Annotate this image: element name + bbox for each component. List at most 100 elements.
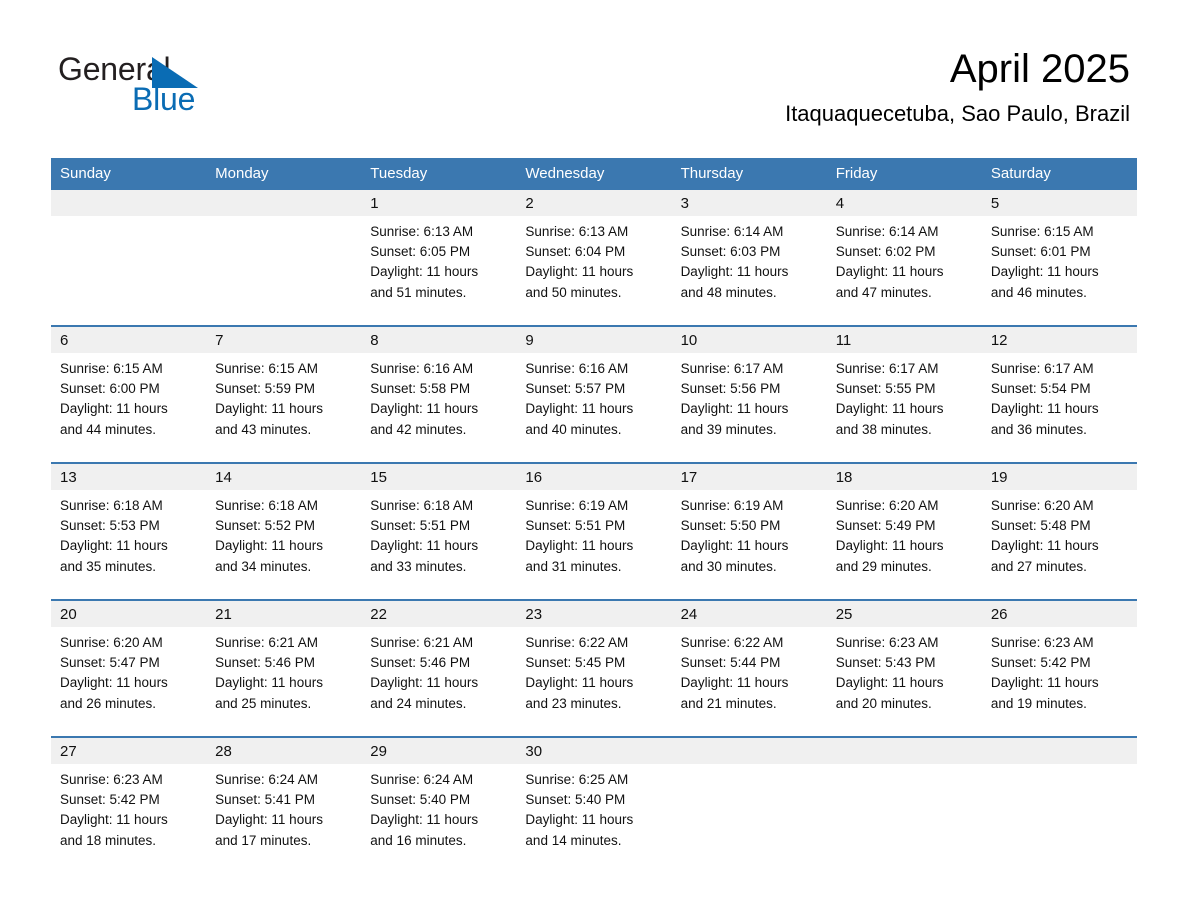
sunrise-text: Sunrise: 6:18 AM <box>370 498 474 513</box>
calendar-day-cell[interactable]: 22 Sunrise: 6:21 AM Sunset: 5:46 PM Dayligh… <box>361 599 517 737</box>
sunrise-text: Sunrise: 6:17 AM <box>680 361 784 376</box>
sunset-text: Sunset: 5:42 PM <box>990 655 1091 671</box>
daylight-text-line1: Daylight: 11 hours <box>990 675 1099 691</box>
calendar-day-cell[interactable]: 27 Sunrise: 6:23 AM Sunset: 5:42 PM Dayligh… <box>51 736 207 873</box>
calendar-header-row: Sunday Monday Tuesday Wednesday Thursday… <box>51 158 1137 190</box>
day-number: 10 <box>671 327 827 353</box>
day-number: 3 <box>671 190 827 216</box>
daylight-text-line2: and 39 minutes. <box>680 421 777 437</box>
day-number: 2 <box>516 190 672 216</box>
sunset-text: Sunset: 5:43 PM <box>835 655 936 671</box>
logo-text-blue: Blue <box>132 81 196 117</box>
calendar-day-cell[interactable]: 11 Sunrise: 6:17 AM Sunset: 5:55 PM Dayligh… <box>826 325 982 463</box>
sunset-text: Sunset: 5:51 PM <box>525 518 626 534</box>
daylight-text-line2: and 36 minutes. <box>990 421 1087 437</box>
daylight-text-line1: Daylight: 11 hours <box>60 675 168 691</box>
daylight-text-line1: Daylight: 11 hours <box>525 675 634 691</box>
calendar-week-row: 1 Sunrise: 6:13 AM Sunset: 6:05 PM Daylight… <box>51 190 1137 326</box>
calendar-day-cell[interactable]: 16 Sunrise: 6:19 AM Sunset: 5:51 PM Dayligh… <box>516 462 672 600</box>
calendar-day-cell[interactable]: 28 Sunrise: 6:24 AM Sunset: 5:41 PM Dayligh… <box>206 736 362 873</box>
day-number: 21 <box>206 601 362 627</box>
day-number: 18 <box>826 464 982 490</box>
calendar-day-cell[interactable]: 13 Sunrise: 6:18 AM Sunset: 5:53 PM Dayligh… <box>51 462 207 600</box>
sunrise-text: Sunrise: 6:14 AM <box>680 224 784 239</box>
day-number: 27 <box>51 738 207 764</box>
calendar-day-cell[interactable]: 1 Sunrise: 6:13 AM Sunset: 6:05 PM Daylight… <box>361 190 517 326</box>
sunrise-text: Sunrise: 6:15 AM <box>990 224 1094 239</box>
sunset-text: Sunset: 6:02 PM <box>835 244 936 260</box>
calendar-day-cell[interactable]: 5 Sunrise: 6:15 AM Sunset: 6:01 PM Daylight… <box>981 190 1137 326</box>
weekday-header-wednesday: Wednesday <box>516 158 672 190</box>
sunrise-text: Sunrise: 6:24 AM <box>215 772 318 787</box>
day-number: 28 <box>206 738 362 764</box>
calendar-day-cell[interactable]: 15 Sunrise: 6:18 AM Sunset: 5:51 PM Dayligh… <box>361 462 517 600</box>
calendar-day-cell[interactable]: 18 Sunrise: 6:20 AM Sunset: 5:49 PM Dayligh… <box>826 462 982 600</box>
calendar-day-cell[interactable] <box>206 190 362 326</box>
daylight-text-line2: and 51 minutes. <box>370 284 467 300</box>
daylight-text-line1: Daylight: 11 hours <box>525 812 634 828</box>
daylight-text-line1: Daylight: 11 hours <box>835 675 944 691</box>
calendar-day-cell[interactable]: 17 Sunrise: 6:19 AM Sunset: 5:50 PM Dayligh… <box>671 462 827 600</box>
sunset-text: Sunset: 5:48 PM <box>990 518 1091 534</box>
sunrise-text: Sunrise: 6:20 AM <box>990 498 1094 513</box>
daylight-text-line2: and 48 minutes. <box>680 284 777 300</box>
sunset-text: Sunset: 5:59 PM <box>215 381 315 397</box>
sunset-text: Sunset: 6:04 PM <box>525 244 626 260</box>
sunrise-text: Sunrise: 6:16 AM <box>525 361 629 376</box>
calendar-day-cell[interactable]: 26 Sunrise: 6:23 AM Sunset: 5:42 PM Dayligh… <box>981 599 1137 737</box>
calendar-day-cell[interactable] <box>826 736 982 873</box>
page-header: General Blue April 2025 Itaquaquecetuba,… <box>0 0 1188 155</box>
calendar-day-cell[interactable]: 24 Sunrise: 6:22 AM Sunset: 5:44 PM Dayligh… <box>671 599 827 737</box>
sunset-text: Sunset: 5:42 PM <box>60 792 160 808</box>
calendar-day-cell[interactable]: 20 Sunrise: 6:20 AM Sunset: 5:47 PM Dayligh… <box>51 599 207 737</box>
daylight-text-line1: Daylight: 11 hours <box>990 538 1099 554</box>
daylight-text-line2: and 18 minutes. <box>60 832 157 848</box>
day-number: 4 <box>826 190 982 216</box>
calendar-day-cell[interactable]: 3 Sunrise: 6:14 AM Sunset: 6:03 PM Daylight… <box>671 190 827 326</box>
calendar-day-cell[interactable]: 7 Sunrise: 6:15 AM Sunset: 5:59 PM Daylight… <box>206 325 362 463</box>
calendar-day-cell[interactable]: 10 Sunrise: 6:17 AM Sunset: 5:56 PM Dayligh… <box>671 325 827 463</box>
calendar-day-cell[interactable]: 19 Sunrise: 6:20 AM Sunset: 5:48 PM Dayligh… <box>981 462 1137 600</box>
calendar-day-cell[interactable]: 8 Sunrise: 6:16 AM Sunset: 5:58 PM Daylight… <box>361 325 517 463</box>
calendar-day-cell[interactable]: 14 Sunrise: 6:18 AM Sunset: 5:52 PM Dayligh… <box>206 462 362 600</box>
daylight-text-line2: and 29 minutes. <box>835 558 932 574</box>
daylight-text-line1: Daylight: 11 hours <box>215 401 323 417</box>
daylight-text-line2: and 50 minutes. <box>525 284 622 300</box>
calendar-day-cell[interactable] <box>51 190 207 326</box>
sunset-text: Sunset: 5:45 PM <box>525 655 626 671</box>
sunrise-text: Sunrise: 6:20 AM <box>60 635 163 650</box>
calendar-day-cell[interactable] <box>981 736 1137 873</box>
daylight-text-line1: Daylight: 11 hours <box>525 538 634 554</box>
sunrise-text: Sunrise: 6:15 AM <box>60 361 163 376</box>
daylight-text-line2: and 16 minutes. <box>370 832 467 848</box>
daylight-text-line2: and 31 minutes. <box>525 558 622 574</box>
calendar-day-cell[interactable]: 2 Sunrise: 6:13 AM Sunset: 6:04 PM Daylight… <box>516 190 672 326</box>
calendar-day-cell[interactable]: 23 Sunrise: 6:22 AM Sunset: 5:45 PM Dayligh… <box>516 599 672 737</box>
calendar-day-cell[interactable] <box>671 736 827 873</box>
calendar-day-cell[interactable]: 25 Sunrise: 6:23 AM Sunset: 5:43 PM Dayligh… <box>826 599 982 737</box>
calendar-day-cell[interactable]: 9 Sunrise: 6:16 AM Sunset: 5:57 PM Daylight… <box>516 325 672 463</box>
daylight-text-line2: and 38 minutes. <box>835 421 932 437</box>
daylight-text-line2: and 42 minutes. <box>370 421 467 437</box>
daylight-text-line1: Daylight: 11 hours <box>835 401 944 417</box>
daylight-text-line1: Daylight: 11 hours <box>525 264 634 280</box>
calendar-day-cell[interactable]: 12 Sunrise: 6:17 AM Sunset: 5:54 PM Dayligh… <box>981 325 1137 463</box>
daylight-text-line1: Daylight: 11 hours <box>215 812 323 828</box>
generalblue-logo[interactable]: General Blue <box>58 50 318 130</box>
calendar-day-cell[interactable]: 4 Sunrise: 6:14 AM Sunset: 6:02 PM Daylight… <box>826 190 982 326</box>
day-number: 7 <box>206 327 362 353</box>
sunrise-text: Sunrise: 6:19 AM <box>680 498 784 513</box>
sunrise-text: Sunrise: 6:22 AM <box>680 635 784 650</box>
sunset-text: Sunset: 5:58 PM <box>370 381 471 397</box>
sunrise-text: Sunrise: 6:14 AM <box>835 224 939 239</box>
calendar-day-cell[interactable]: 6 Sunrise: 6:15 AM Sunset: 6:00 PM Daylight… <box>51 325 207 463</box>
calendar-week-row: 27 Sunrise: 6:23 AM Sunset: 5:42 PM Dayligh… <box>51 736 1137 873</box>
daylight-text-line2: and 46 minutes. <box>990 284 1087 300</box>
calendar-day-cell[interactable]: 29 Sunrise: 6:24 AM Sunset: 5:40 PM Dayligh… <box>361 736 517 873</box>
daylight-text-line2: and 21 minutes. <box>680 695 777 711</box>
day-number: 24 <box>671 601 827 627</box>
daylight-text-line2: and 33 minutes. <box>370 558 467 574</box>
calendar-day-cell[interactable]: 21 Sunrise: 6:21 AM Sunset: 5:46 PM Dayligh… <box>206 599 362 737</box>
sunrise-text: Sunrise: 6:25 AM <box>525 772 629 787</box>
calendar-day-cell[interactable]: 30 Sunrise: 6:25 AM Sunset: 5:40 PM Dayligh… <box>516 736 672 873</box>
